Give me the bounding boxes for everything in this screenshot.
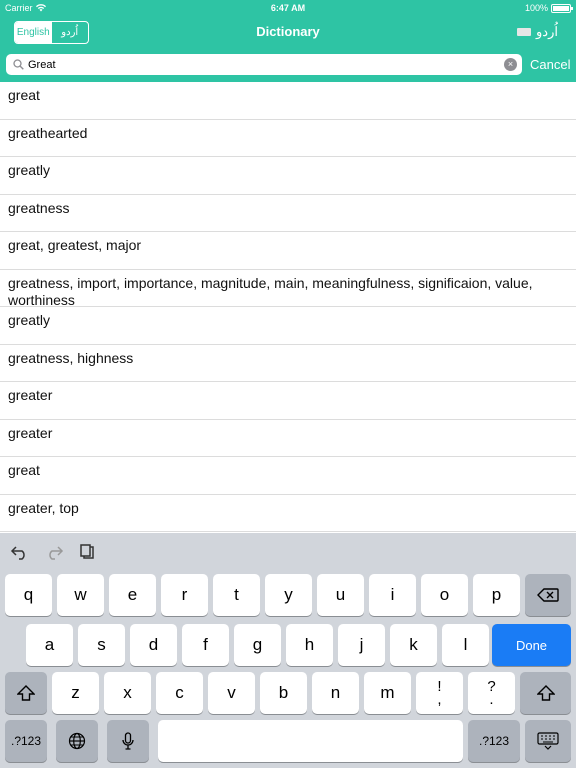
search-bar: × Cancel: [0, 48, 576, 82]
list-item[interactable]: greater: [0, 382, 576, 420]
key-f[interactable]: f: [182, 624, 229, 666]
list-item[interactable]: greatly: [0, 157, 576, 195]
key-g[interactable]: g: [234, 624, 281, 666]
key-h[interactable]: h: [286, 624, 333, 666]
list-item[interactable]: greatness, highness: [0, 345, 576, 382]
list-item[interactable]: greater: [0, 420, 576, 457]
search-icon: [13, 59, 24, 70]
key-j[interactable]: j: [338, 624, 385, 666]
battery-icon: [551, 3, 573, 13]
key-p[interactable]: p: [473, 574, 520, 616]
keyboard: q w e r t y u i o p a s d f g h j k l Do…: [0, 533, 576, 768]
key-u[interactable]: u: [317, 574, 364, 616]
navigation-bar: English اُردو Dictionary اُردو: [0, 16, 576, 48]
key-bottom-char: .: [489, 691, 494, 708]
list-item[interactable]: great, greatest, major: [0, 232, 576, 270]
key-b[interactable]: b: [260, 672, 307, 714]
keyboard-icon: [517, 28, 532, 36]
key-question-period[interactable]: ?.: [468, 672, 515, 714]
key-exclamation-comma[interactable]: !,: [416, 672, 463, 714]
numbers-key-right[interactable]: .?123: [468, 720, 520, 762]
done-key[interactable]: Done: [492, 624, 571, 666]
keyboard-toolbar: [0, 533, 576, 569]
key-x[interactable]: x: [104, 672, 151, 714]
shift-icon: [536, 685, 555, 701]
urdu-keyboard-label: اُردو: [536, 24, 558, 39]
numbers-key-left[interactable]: .?123: [5, 720, 47, 762]
key-e[interactable]: e: [109, 574, 156, 616]
hide-keyboard-key[interactable]: [525, 720, 571, 762]
key-t[interactable]: t: [213, 574, 260, 616]
key-bottom-char: ,: [437, 691, 442, 708]
shift-key-left[interactable]: [5, 672, 47, 714]
key-q[interactable]: q: [5, 574, 52, 616]
space-bar[interactable]: [158, 720, 463, 762]
list-item[interactable]: greatness: [0, 195, 576, 232]
shift-key-right[interactable]: [520, 672, 571, 714]
key-k[interactable]: k: [390, 624, 437, 666]
list-item[interactable]: great: [0, 82, 576, 120]
globe-icon: [68, 732, 86, 750]
key-a[interactable]: a: [26, 624, 73, 666]
list-item[interactable]: great: [0, 457, 576, 495]
clear-search-button[interactable]: ×: [504, 58, 517, 71]
cancel-button[interactable]: Cancel: [530, 57, 570, 72]
key-s[interactable]: s: [78, 624, 125, 666]
paste-icon[interactable]: [78, 544, 98, 560]
key-o[interactable]: o: [421, 574, 468, 616]
redo-icon[interactable]: [44, 544, 64, 560]
key-z[interactable]: z: [52, 672, 99, 714]
keyboard-dismiss-icon: [537, 732, 559, 750]
search-field: ×: [6, 54, 522, 75]
key-w[interactable]: w: [57, 574, 104, 616]
battery-percent: 100%: [524, 3, 548, 13]
search-input[interactable]: [28, 56, 498, 73]
undo-icon[interactable]: [10, 544, 30, 560]
battery-status: 100%: [524, 3, 573, 13]
results-list: great greathearted greatly greatness gre…: [0, 82, 576, 533]
backspace-key[interactable]: [525, 574, 571, 616]
page-title: Dictionary: [256, 24, 320, 39]
list-item[interactable]: greathearted: [0, 120, 576, 157]
key-d[interactable]: d: [130, 624, 177, 666]
microphone-icon: [122, 732, 134, 750]
shift-icon: [17, 685, 35, 701]
key-m[interactable]: m: [364, 672, 411, 714]
key-n[interactable]: n: [312, 672, 359, 714]
list-item[interactable]: greater, top: [0, 495, 576, 532]
key-l[interactable]: l: [442, 624, 489, 666]
clock: 6:47 AM: [270, 3, 306, 13]
urdu-keyboard-button[interactable]: اُردو: [517, 24, 558, 40]
key-v[interactable]: v: [208, 672, 255, 714]
backspace-icon: [537, 588, 559, 602]
dictation-key[interactable]: [107, 720, 149, 762]
key-r[interactable]: r: [161, 574, 208, 616]
key-y[interactable]: y: [265, 574, 312, 616]
key-c[interactable]: c: [156, 672, 203, 714]
status-bar: Carrier 6:47 AM 100%: [0, 0, 576, 16]
globe-key[interactable]: [56, 720, 98, 762]
list-item[interactable]: greatness, import, importance, magnitude…: [0, 270, 576, 308]
key-i[interactable]: i: [369, 574, 416, 616]
list-item[interactable]: greatly: [0, 307, 576, 345]
